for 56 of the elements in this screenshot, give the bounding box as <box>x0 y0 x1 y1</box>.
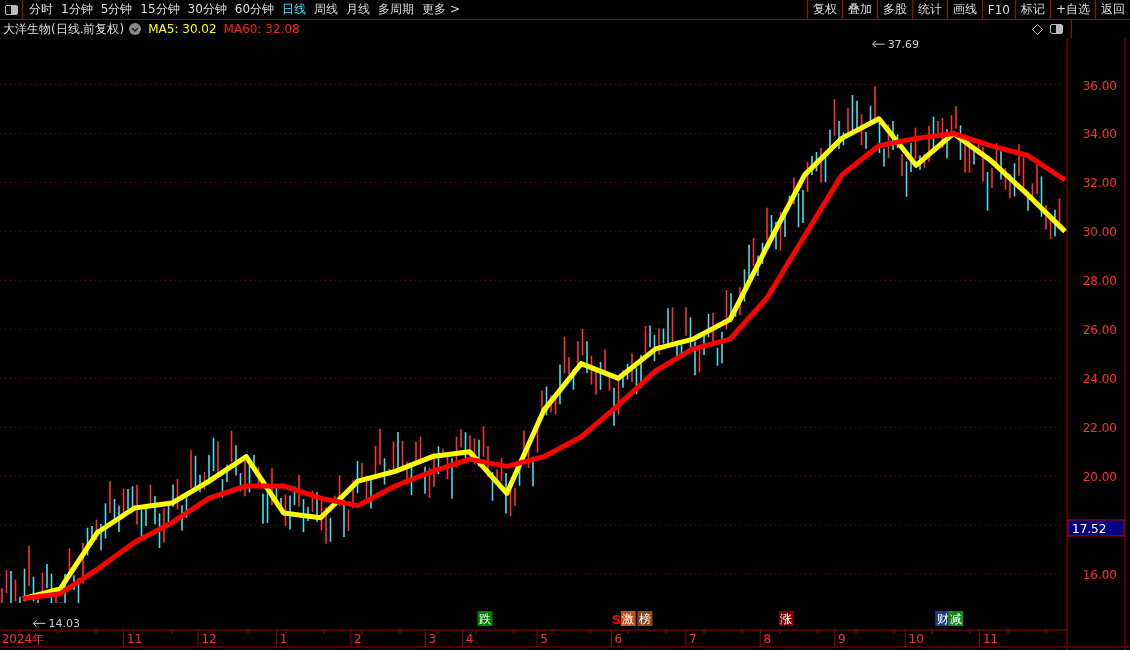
signal-mark[interactable]: S <box>611 612 622 627</box>
period-tab[interactable]: 15分钟 <box>136 0 184 19</box>
date-axis-label: 1 <box>279 632 288 646</box>
period-tab[interactable]: 更多 > <box>418 0 464 19</box>
price-axis-label: 24.00 <box>1082 372 1117 387</box>
indicator-value: MA60: 32.08 <box>223 22 300 36</box>
date-axis-label: 4 <box>465 632 474 646</box>
date-axis-label: 10 <box>908 632 924 646</box>
indicator-value: MA5: 30.02 <box>148 22 217 36</box>
date-axis-label: 2 <box>354 632 362 646</box>
event-badge[interactable]: 激 <box>620 611 636 626</box>
price-extreme-label: 37.69 <box>887 38 920 52</box>
event-badge[interactable]: 榜 <box>637 611 653 626</box>
toolbar-button[interactable]: 复权 <box>806 0 842 19</box>
period-tab[interactable]: 60分钟 <box>230 0 279 19</box>
period-tab[interactable]: 日线 <box>278 0 311 19</box>
date-axis-label: 11 <box>127 632 143 646</box>
period-tab[interactable]: 分时 <box>25 0 57 19</box>
event-badge[interactable]: 减 <box>948 611 964 626</box>
date-axis-label: 11 <box>982 632 999 646</box>
price-axis-label: 28.00 <box>1082 274 1117 289</box>
price-axis-label: 32.00 <box>1082 176 1117 191</box>
date-axis-label: 8 <box>763 632 772 646</box>
period-tab[interactable]: 多周期 <box>374 0 419 19</box>
price-axis-label: 34.00 <box>1082 127 1117 142</box>
period-tab[interactable]: 周线 <box>310 0 343 19</box>
period-tab[interactable]: 月线 <box>342 0 375 19</box>
toolbar-button[interactable]: 返回 <box>1095 0 1130 19</box>
last-price-tag: 17.52 <box>1067 519 1125 537</box>
date-axis-label: 2024年 <box>1 632 45 646</box>
price-axis-label: 30.00 <box>1082 225 1117 240</box>
period-tab[interactable]: 30分钟 <box>183 0 231 19</box>
event-badge[interactable]: 涨 <box>778 611 794 626</box>
price-axis-label: 36.00 <box>1082 78 1117 93</box>
toolbar-button[interactable]: 标记 <box>1014 0 1050 19</box>
price-axis-label: 16.00 <box>1082 568 1117 583</box>
date-axis-label: 5 <box>540 632 548 646</box>
date-axis-label: 6 <box>614 632 623 646</box>
date-axis-label: 9 <box>837 632 846 646</box>
toolbar-button[interactable]: 统计 <box>911 0 947 19</box>
date-axis-label: 12 <box>201 632 217 646</box>
period-tab[interactable]: 5分钟 <box>96 0 137 19</box>
price-extreme-label: 14.03 <box>48 617 80 631</box>
price-axis-label: 26.00 <box>1082 323 1117 338</box>
toolbar-button[interactable]: 画线 <box>946 0 982 19</box>
date-axis-label: 3 <box>428 632 437 646</box>
event-badge[interactable]: 跌 <box>477 611 493 626</box>
price-axis-label: 20.00 <box>1082 470 1117 485</box>
toolbar-button[interactable]: F10 <box>981 0 1015 19</box>
period-tab[interactable]: 1分钟 <box>57 0 97 19</box>
toolbar-button[interactable]: +自选 <box>1049 0 1095 19</box>
toolbar-button[interactable]: 叠加 <box>841 0 877 19</box>
stock-title: 大洋生物(日线.前复权) <box>3 20 125 38</box>
date-axis-label: 7 <box>689 632 697 646</box>
price-axis-label: 22.00 <box>1082 421 1117 436</box>
toolbar-button[interactable]: 多股 <box>876 0 912 19</box>
